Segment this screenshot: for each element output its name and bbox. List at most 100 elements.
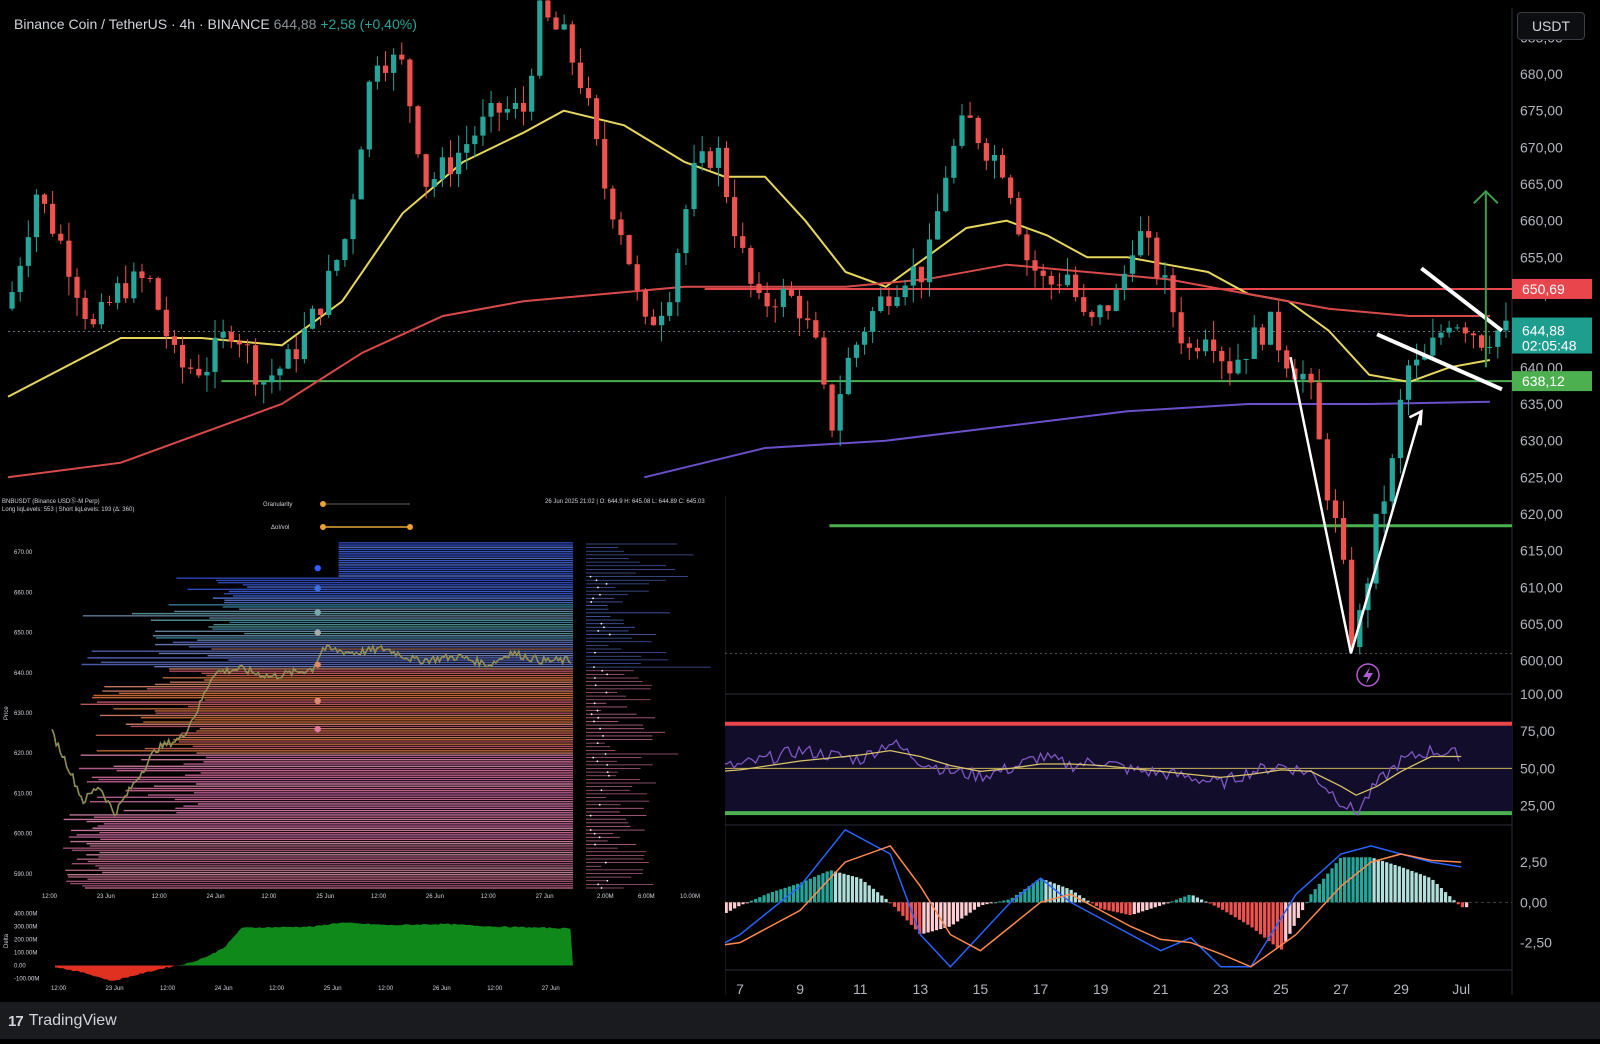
candle-body[interactable] [41,194,48,204]
candle-body[interactable] [1137,231,1144,256]
candle-body[interactable] [610,188,616,220]
candle-body[interactable] [58,233,64,241]
candle-body[interactable] [813,320,819,338]
candle-body[interactable] [618,219,624,236]
candle-body[interactable] [317,308,324,316]
candle-body[interactable] [634,264,640,290]
candle-body[interactable] [1397,399,1403,459]
candle-body[interactable] [691,162,697,210]
candle-body[interactable] [82,297,88,319]
candle-body[interactable] [131,271,137,299]
candle-body[interactable] [1056,284,1062,286]
candle-body[interactable] [1073,274,1079,298]
candle-body[interactable] [309,308,316,329]
candle-body[interactable] [269,375,275,383]
candle-body[interactable] [33,194,40,238]
candle-body[interactable] [123,283,129,299]
candle-body[interactable] [1178,312,1184,344]
candle-body[interactable] [959,115,965,146]
candle-body[interactable] [447,157,454,175]
candle-body[interactable] [261,382,267,385]
candle-body[interactable] [699,151,705,163]
candle-body[interactable] [1016,197,1022,235]
candle-body[interactable] [358,149,364,200]
candle-body[interactable] [918,266,924,283]
candle-body[interactable] [853,344,860,358]
candle-body[interactable] [277,368,283,376]
candle-body[interactable] [1454,327,1460,329]
candle-body[interactable] [212,337,218,372]
candle-body[interactable] [496,103,502,113]
candle-body[interactable] [464,144,470,153]
candle-body[interactable] [399,54,405,60]
candle-body[interactable] [553,17,559,30]
candle-body[interactable] [837,394,843,431]
candle-body[interactable] [25,237,31,266]
candle-body[interactable] [707,151,713,168]
candle-body[interactable] [1470,333,1477,336]
candle-body[interactable] [155,278,161,310]
candle-body[interactable] [894,297,900,307]
candle-body[interactable] [537,0,543,76]
candle-body[interactable] [1324,439,1330,501]
candle-body[interactable] [1284,350,1290,369]
candle-body[interactable] [374,65,381,82]
candle-body[interactable] [1186,343,1192,348]
candle-body[interactable] [658,315,665,326]
candle-body[interactable] [748,247,754,284]
heatmap-slider-handle[interactable] [407,524,413,530]
candle-body[interactable] [1243,358,1249,360]
candle-body[interactable] [472,135,478,145]
candle-body[interactable] [334,260,340,271]
candle-body[interactable] [139,271,145,278]
candle-body[interactable] [626,235,632,265]
candle-body[interactable] [431,179,437,187]
candle-body[interactable] [1113,289,1119,311]
candle-body[interactable] [171,336,178,345]
candle-body[interactable] [66,240,72,277]
candle-body[interactable] [675,253,681,303]
candle-body[interactable] [561,24,567,30]
candle-body[interactable] [902,285,908,298]
candle-body[interactable] [975,117,981,144]
candle-body[interactable] [1381,501,1387,514]
candle-body[interactable] [1202,339,1209,352]
candle-body[interactable] [90,318,96,325]
candle-body[interactable] [350,199,356,240]
candle-body[interactable] [1478,335,1485,348]
candle-body[interactable] [951,145,957,178]
candle-body[interactable] [285,349,291,369]
candle-body[interactable] [504,108,510,113]
candle-body[interactable] [1414,359,1420,366]
candle-body[interactable] [845,357,851,395]
candle-body[interactable] [1064,274,1071,286]
candle-body[interactable] [756,283,762,293]
candle-body[interactable] [545,0,551,18]
candle-body[interactable] [1349,559,1355,648]
candle-body[interactable] [772,306,778,308]
candle-body[interactable] [861,331,868,345]
candle-body[interactable] [764,292,770,307]
candle-body[interactable] [1438,332,1444,338]
candle-body[interactable] [1276,311,1282,351]
candle-body[interactable] [1154,237,1160,278]
tradingview-logo[interactable]: 17 TradingView [8,1012,117,1030]
candle-body[interactable] [179,344,186,368]
candle-body[interactable] [1389,458,1395,502]
candle-body[interactable] [326,270,332,316]
candle-body[interactable] [796,295,803,319]
candle-body[interactable] [342,239,348,261]
candle-body[interactable] [1495,330,1501,347]
candle-body[interactable] [456,152,462,175]
candle-body[interactable] [943,177,949,212]
candle-body[interactable] [991,154,998,161]
candle-body[interactable] [1105,305,1111,311]
candle-body[interactable] [650,316,657,326]
candle-body[interactable] [1340,517,1347,560]
candle-body[interactable] [50,203,56,234]
currency-button[interactable]: USDT [1517,12,1585,40]
candle-body[interactable] [220,331,226,338]
candle-body[interactable] [926,239,933,283]
candle-body[interactable] [1089,312,1095,318]
candle-body[interactable] [407,59,413,107]
